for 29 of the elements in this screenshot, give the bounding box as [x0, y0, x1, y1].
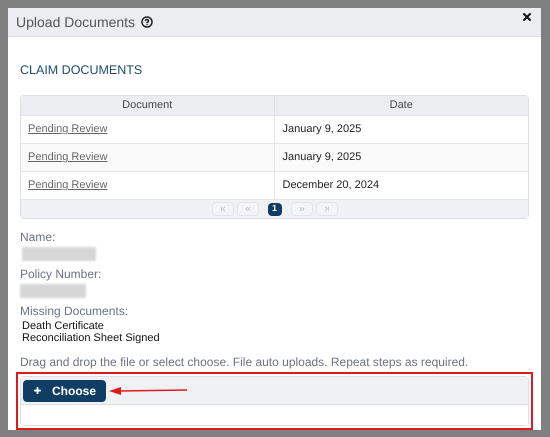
field-label: Missing Documents: [20, 303, 130, 320]
pager-button[interactable] [212, 202, 234, 216]
section-title: CLAIM DOCUMENTS [20, 62, 144, 80]
upload-hint: Drag and drop the file or select choose. File auto uploads. Repeat steps as required. [20, 354, 470, 371]
missing-document: Death Certificate [22, 320, 105, 332]
pager-button[interactable] [316, 202, 338, 216]
page-button[interactable]: 1 [268, 202, 282, 216]
pager-arrow-icon [322, 205, 330, 213]
redacted-text [20, 284, 86, 298]
help-icon[interactable] [141, 16, 154, 28]
plus-icon [33, 386, 42, 395]
pager-arrow-icon [298, 205, 306, 213]
date-cell-text: December 20, 2024 [282, 178, 380, 194]
column-header: Date [388, 98, 414, 114]
document-link[interactable]: Pending Review [28, 177, 108, 194]
date-cell-text: January 9, 2025 [282, 122, 362, 138]
field-label: Name: [20, 229, 56, 246]
pager-button[interactable] [290, 202, 312, 216]
pager-button[interactable] [236, 202, 258, 216]
field-label: Policy Number: [20, 266, 102, 283]
dialog-title: Upload Documents [16, 12, 136, 32]
pager-arrow-icon [218, 205, 226, 213]
pager-arrow-icon [244, 205, 252, 213]
missing-document: Reconciliation Sheet Signed [22, 332, 161, 344]
choose-button[interactable]: Choose [23, 380, 106, 402]
document-link[interactable]: Pending Review [28, 149, 108, 166]
close-icon[interactable] [521, 11, 533, 24]
date-cell-text: January 9, 2025 [282, 150, 362, 166]
document-link[interactable]: Pending Review [28, 121, 108, 138]
